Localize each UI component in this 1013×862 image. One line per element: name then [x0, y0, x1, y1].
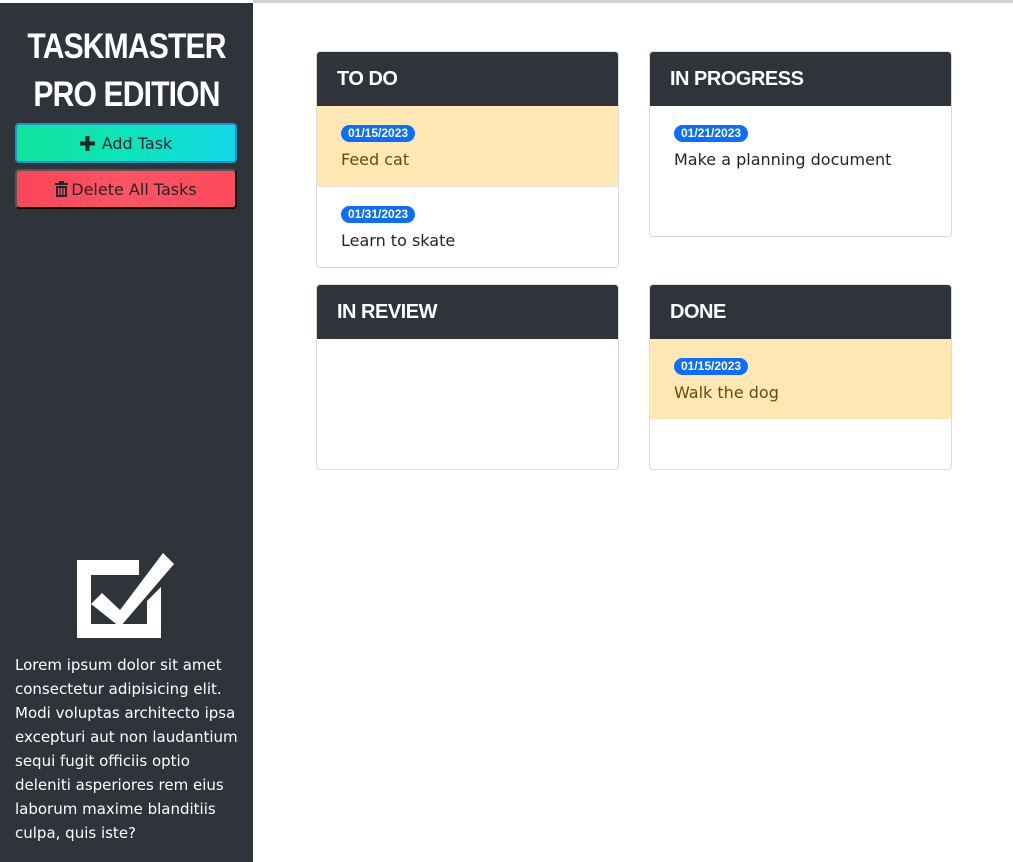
task-date-badge: 01/21/2023 [674, 125, 749, 142]
task-card[interactable]: 01/15/2023 Feed cat [317, 106, 618, 187]
lane-empty-area [317, 339, 618, 469]
lane-done: DONE 01/15/2023 Walk the dog [649, 284, 952, 470]
trash-icon [55, 181, 69, 197]
lane-title: IN PROGRESS [650, 52, 951, 106]
lane-in-review: IN REVIEW [316, 284, 619, 470]
lane-in-progress: IN PROGRESS 01/21/2023 Make a planning d… [649, 51, 952, 237]
sidebar-description: Lorem ipsum dolor sit amet consectetur a… [15, 656, 238, 842]
delete-all-tasks-button[interactable]: Delete All Tasks [15, 169, 237, 209]
plus-icon [79, 135, 95, 151]
lane-todo: TO DO 01/15/2023 Feed cat 01/31/2023 Lea… [316, 51, 619, 268]
checkbox-checked-icon [77, 553, 174, 638]
sidebar: TASKMASTER PRO EDITION Add Task Delete A… [0, 3, 253, 862]
task-title: Walk the dog [674, 383, 779, 402]
app-title: TASKMASTER PRO EDITION [27, 27, 226, 114]
lane-title: IN REVIEW [317, 285, 618, 339]
lane-title: DONE [650, 285, 951, 339]
task-title: Feed cat [341, 150, 410, 169]
task-title: Make a planning document [674, 150, 892, 169]
task-date-badge: 01/15/2023 [674, 358, 749, 375]
task-title: Learn to skate [341, 231, 456, 250]
task-card[interactable]: 01/15/2023 Walk the dog [650, 339, 951, 419]
delete-all-tasks-label: Delete All Tasks [71, 179, 197, 199]
top-divider [253, 0, 1013, 3]
task-card[interactable]: 01/31/2023 Learn to skate [317, 187, 618, 267]
add-task-button[interactable]: Add Task [15, 123, 237, 163]
task-date-badge: 01/31/2023 [341, 206, 416, 223]
add-task-label: Add Task [101, 133, 173, 153]
lane-title: TO DO [317, 52, 618, 106]
task-card[interactable]: 01/21/2023 Make a planning document [650, 106, 951, 187]
task-date-badge: 01/15/2023 [341, 125, 416, 142]
